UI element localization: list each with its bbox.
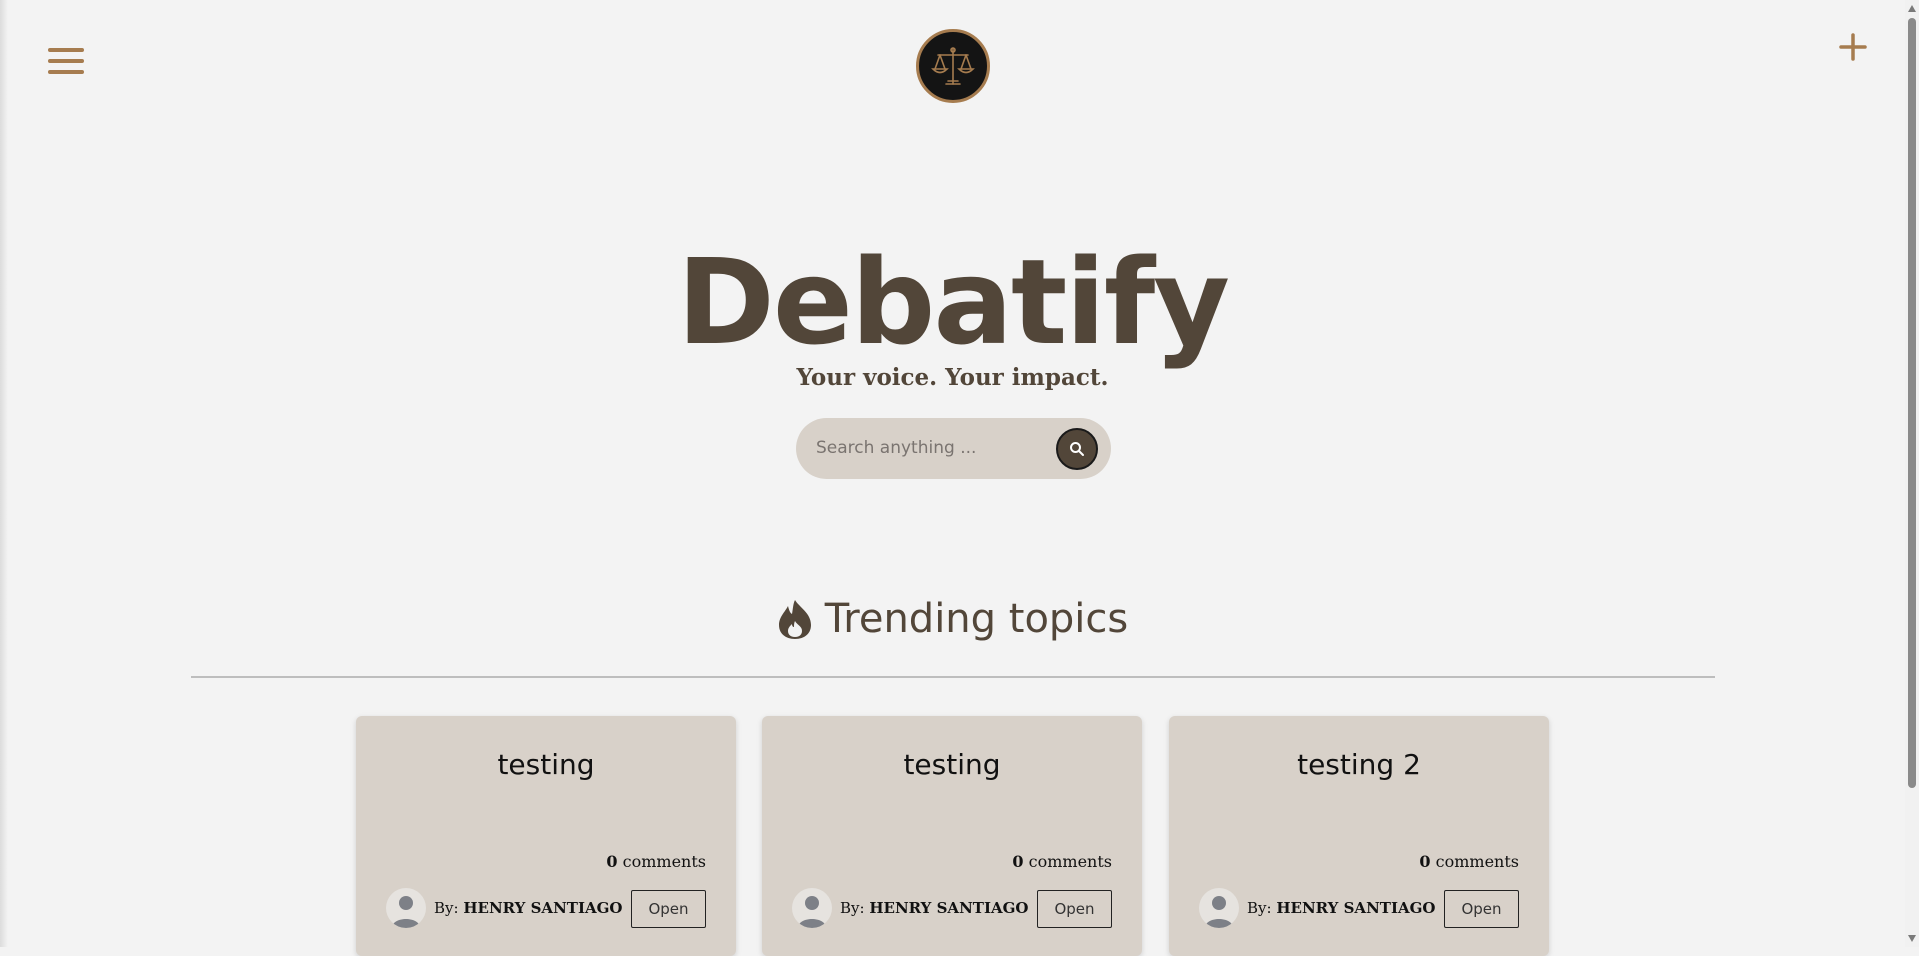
- scroll-down-arrow-icon[interactable]: [1908, 935, 1916, 942]
- site-tagline: Your voice. Your impact.: [796, 364, 1109, 391]
- comment-count: 0 comments: [1012, 852, 1112, 871]
- comment-number: 0: [1419, 852, 1431, 871]
- comment-count: 0 comments: [1419, 852, 1519, 871]
- flame-icon: [778, 600, 811, 639]
- hamburger-menu-icon[interactable]: [48, 48, 84, 76]
- author-line: By: HENRY SANTIAGO: [1247, 899, 1435, 917]
- open-topic-button[interactable]: Open: [631, 890, 706, 928]
- comments-label: comments: [1435, 852, 1519, 871]
- author-line: By: HENRY SANTIAGO: [840, 899, 1028, 917]
- comment-count: 0 comments: [606, 852, 706, 871]
- avatar: [792, 888, 832, 928]
- add-topic-plus-icon[interactable]: [1836, 30, 1870, 64]
- author-name: HENRY SANTIAGO: [1276, 899, 1436, 917]
- section-divider: [191, 676, 1715, 678]
- search-bar: [796, 418, 1111, 479]
- search-button[interactable]: [1056, 428, 1098, 470]
- author-name: HENRY SANTIAGO: [463, 899, 623, 917]
- trending-header: Trending topics: [0, 596, 1905, 645]
- scales-of-justice-logo[interactable]: [916, 29, 990, 103]
- topic-title: testing: [903, 748, 1001, 781]
- comment-number: 0: [1012, 852, 1024, 871]
- scrollbar-thumb[interactable]: [1908, 18, 1916, 788]
- topic-card: testing 2 0 comments By: HENRY SANTIAGO …: [1169, 716, 1549, 956]
- search-input[interactable]: [816, 432, 1036, 464]
- page-scrollbar[interactable]: [1905, 0, 1919, 947]
- by-label: By:: [1247, 899, 1272, 917]
- search-icon: [1070, 442, 1084, 456]
- page-edge-shadow: [0, 0, 8, 947]
- topic-card: testing 0 comments By: HENRY SANTIAGO Op…: [762, 716, 1142, 956]
- topic-card: testing 0 comments By: HENRY SANTIAGO Op…: [356, 716, 736, 956]
- site-title: Debatify: [676, 233, 1230, 371]
- open-topic-button[interactable]: Open: [1037, 890, 1112, 928]
- topic-title: testing 2: [1297, 748, 1421, 781]
- comment-number: 0: [606, 852, 618, 871]
- trending-title: Trending topics: [824, 596, 1129, 642]
- comments-label: comments: [1028, 852, 1112, 871]
- open-topic-button[interactable]: Open: [1444, 890, 1519, 928]
- avatar: [386, 888, 426, 928]
- author-line: By: HENRY SANTIAGO: [434, 899, 622, 917]
- by-label: By:: [840, 899, 865, 917]
- by-label: By:: [434, 899, 459, 917]
- topic-title: testing: [497, 748, 595, 781]
- author-name: HENRY SANTIAGO: [869, 899, 1029, 917]
- scroll-up-arrow-icon[interactable]: [1908, 5, 1916, 12]
- avatar: [1199, 888, 1239, 928]
- comments-label: comments: [622, 852, 706, 871]
